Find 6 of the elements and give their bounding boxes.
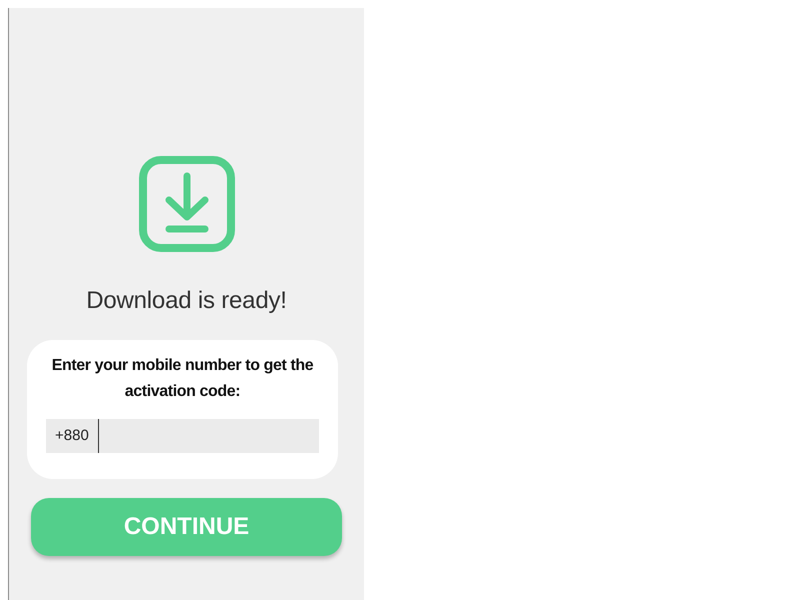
form-prompt: Enter your mobile number to get the activation code: [50, 356, 314, 402]
phone-number-input[interactable] [98, 419, 319, 453]
country-code-prefix: +880 [46, 419, 98, 453]
continue-button[interactable]: CONTINUE [31, 498, 342, 556]
download-icon [138, 156, 234, 252]
download-title: Download is ready! [86, 286, 287, 316]
